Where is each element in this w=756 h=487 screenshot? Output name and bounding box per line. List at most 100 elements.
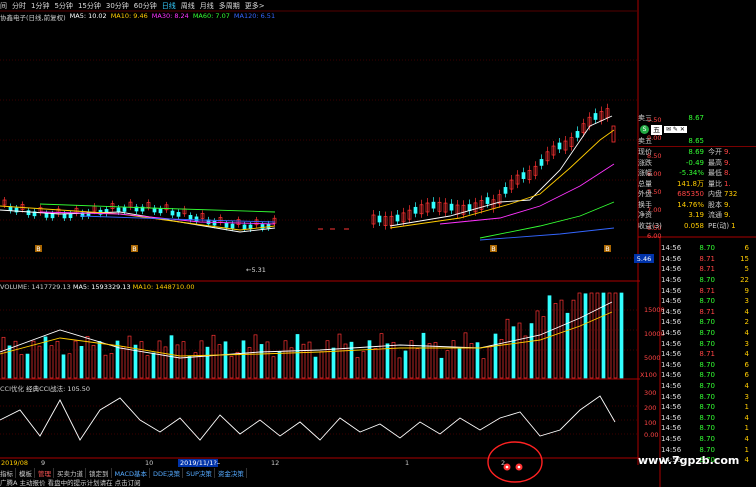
date-label: 10: [145, 459, 153, 467]
indicator-tab[interactable]: 管理: [38, 467, 54, 478]
volume-bar: [235, 351, 240, 379]
volume-bar: [97, 341, 102, 379]
tick-price: 8.70: [699, 371, 715, 380]
tick-row: 14:56 8.71 15: [661, 254, 756, 265]
tick-price: 8.70: [699, 392, 715, 401]
quote-row: 总量 141.8万 量比 1.: [638, 179, 756, 190]
volume-bar: [229, 355, 234, 379]
quote-key2: 最低: [708, 169, 722, 178]
tick-row: 14:56 8.70 3: [661, 338, 756, 349]
buy-marker: B: [132, 245, 136, 253]
tick-list[interactable]: 14:56 8.70 6 14:56 8.71 15 14:56 8.71 5 14:56 8.70…: [661, 243, 756, 465]
kline-chart[interactable]: 9.509.008.508.007.507.006.506.005.46←5.3…: [0, 0, 756, 487]
quote-value: 0.058: [683, 221, 704, 230]
tick-price: 8.70: [699, 445, 715, 454]
float-tools[interactable]: S 五 ✉ ✎ ✕: [638, 124, 756, 136]
tick-price: 8.70: [699, 360, 715, 369]
tick-volume: 4: [744, 434, 749, 443]
tick-price: 8.71: [699, 265, 715, 274]
volume-bar: [613, 292, 618, 379]
quote-value: 3.19: [688, 211, 704, 220]
volume-bar: [391, 341, 396, 379]
quote-value2: 1.: [724, 179, 731, 188]
candle: [485, 197, 490, 204]
indicator-tab[interactable]: DDE决策: [153, 467, 184, 478]
tick-row: 14:56 8.70 2: [661, 317, 756, 328]
volume-bar: [157, 340, 162, 379]
indicator-tab[interactable]: 模板: [19, 467, 35, 478]
quote-key: 收益(3): [638, 221, 662, 230]
candle: [503, 187, 508, 194]
cci-value: 经典CCI战法: 105.50: [26, 385, 91, 393]
indicator-tab[interactable]: SUP决策: [186, 467, 215, 478]
quote-value: 141.8万: [676, 179, 704, 188]
volume-bar: [19, 354, 24, 379]
volume-bar: [247, 347, 252, 379]
candle: [431, 201, 436, 209]
tick-time: 14:56: [661, 254, 682, 263]
candle: [122, 207, 127, 212]
candle: [176, 212, 181, 217]
buy-marker: B: [491, 245, 495, 253]
volume-bar: [181, 341, 186, 379]
volume-bar: [265, 341, 270, 379]
quote-value2: 9.: [724, 211, 731, 220]
tick-price: 8.70: [699, 244, 715, 253]
cci-axis-label: 200: [644, 404, 656, 412]
candle: [395, 214, 400, 222]
indicator-tab[interactable]: MACD基本: [115, 467, 150, 478]
ma10-line: [389, 129, 615, 229]
indicator-tab[interactable]: 锁定到: [89, 467, 112, 478]
quote-row: 涨幅 -5.34% 最低 8.: [638, 168, 756, 179]
quote-key2: 流通: [708, 211, 722, 220]
tick-volume: 3: [744, 339, 749, 348]
tick-time: 14:56: [661, 360, 682, 369]
candle: [557, 142, 562, 150]
s-icon[interactable]: S: [640, 125, 649, 134]
tick-row: 14:56 8.70 3: [661, 296, 756, 307]
quote-value2: 9.: [724, 158, 731, 167]
volume-bar: [403, 350, 408, 379]
status-line: 广腾A 主动报价 看盘中的提示计划请在 点击订阅: [0, 479, 141, 487]
tick-time: 14:56: [661, 265, 682, 274]
tick-price: 8.70: [699, 276, 715, 285]
wu-button[interactable]: 五: [651, 124, 662, 135]
volume-bar: [469, 343, 474, 379]
tick-time: 14:56: [661, 392, 682, 401]
candle: [539, 159, 544, 166]
tool-icons[interactable]: ✉ ✎ ✕: [664, 126, 687, 133]
volume-bar: [253, 334, 258, 379]
volume-bar: [463, 332, 468, 379]
indicator-tab[interactable]: 指标: [0, 467, 16, 478]
candle: [188, 215, 193, 220]
volume-bar: [307, 341, 312, 379]
volume-bar: [439, 357, 444, 379]
ma30-line: [439, 163, 615, 225]
tick-time: 14:56: [661, 403, 682, 412]
quote-key: 净资: [638, 211, 652, 220]
tick-volume: 6: [744, 360, 749, 369]
volume-bar: [163, 346, 168, 379]
quote-value2: 8.: [724, 169, 731, 178]
volume-bar: [43, 336, 48, 379]
tick-time: 14:56: [661, 276, 682, 285]
indicator-tab[interactable]: 买卖力道: [57, 467, 86, 478]
volume-bar: [139, 341, 144, 379]
candle: [413, 206, 418, 214]
cci-axis-label: 300: [644, 389, 656, 397]
quote-value2: 9.: [724, 200, 731, 209]
indicator-tab[interactable]: 资金决策: [218, 467, 247, 478]
volume-bar: [451, 340, 456, 379]
buy-marker: B: [36, 245, 40, 253]
volume-bar: [367, 340, 372, 379]
volume-bar: [427, 343, 432, 379]
volume-bar: [517, 322, 522, 379]
tick-row: 14:56 8.70 1: [661, 402, 756, 413]
date-label: 12: [271, 459, 279, 467]
tick-volume: 6: [744, 244, 749, 253]
quote-key: 总量: [638, 179, 652, 188]
volume-bar: [541, 316, 546, 379]
tick-price: 8.71: [699, 254, 715, 263]
volume-bar: [205, 346, 210, 379]
tick-time: 14:56: [661, 339, 682, 348]
